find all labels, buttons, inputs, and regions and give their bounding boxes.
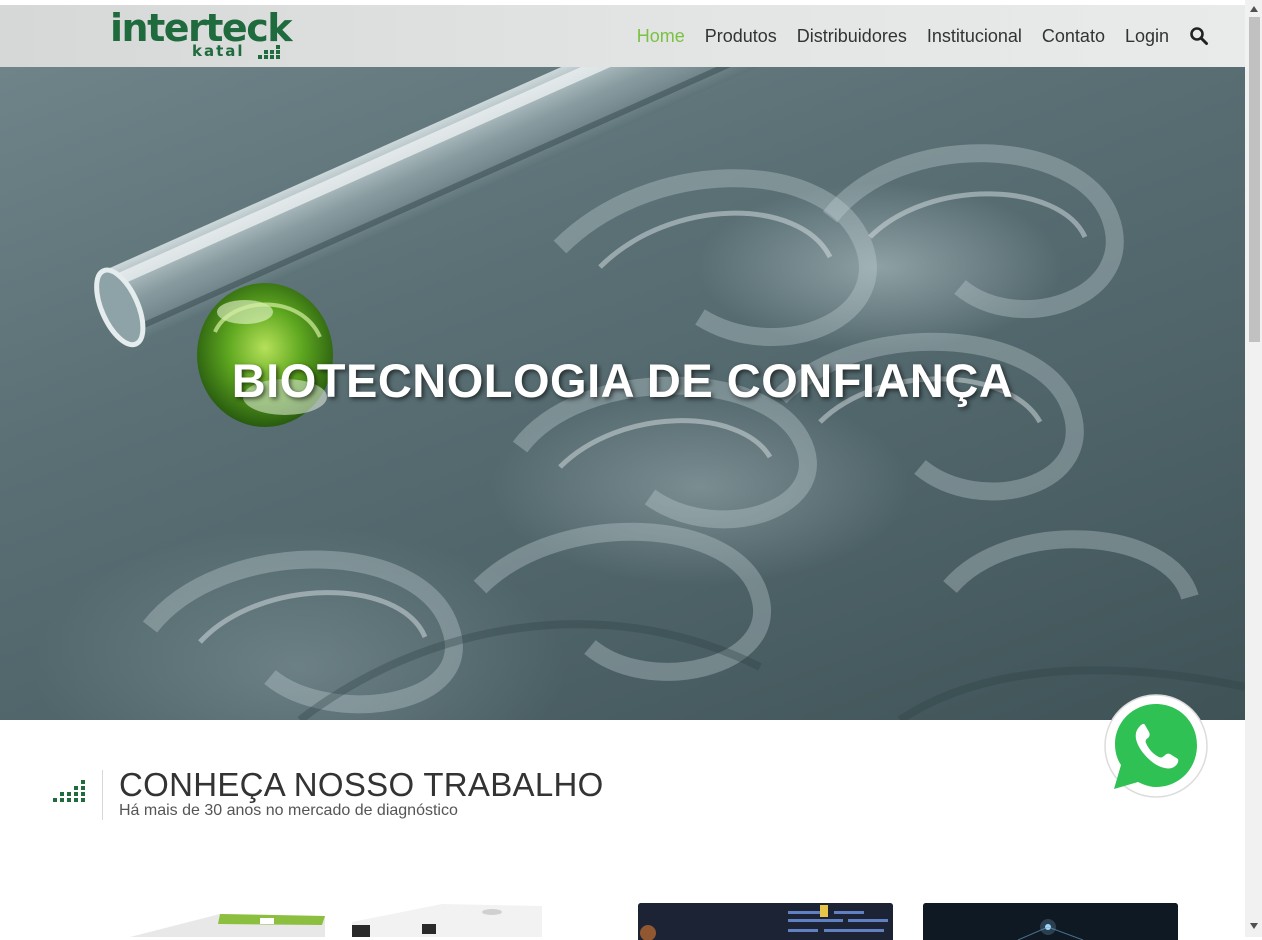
product-card-1[interactable] bbox=[110, 900, 325, 937]
news-card-2[interactable] bbox=[923, 903, 1178, 940]
scroll-down-icon[interactable] bbox=[1249, 921, 1259, 931]
section-dots-icon bbox=[53, 780, 85, 802]
product-card-2[interactable] bbox=[352, 900, 542, 937]
search-icon[interactable] bbox=[1189, 26, 1209, 46]
scrollbar-thumb[interactable] bbox=[1249, 17, 1260, 342]
nav-item-home[interactable]: Home bbox=[637, 26, 685, 47]
site-header: interteck katal Home Produtos Distribuid… bbox=[0, 5, 1245, 67]
scroll-up-icon[interactable] bbox=[1249, 4, 1259, 14]
section-title: CONHEÇA NOSSO TRABALHO bbox=[119, 766, 604, 803]
nav-item-contato[interactable]: Contato bbox=[1042, 26, 1105, 47]
news-card-1[interactable] bbox=[638, 903, 893, 940]
vertical-scrollbar[interactable] bbox=[1245, 0, 1262, 937]
nav-item-institucional[interactable]: Institucional bbox=[927, 26, 1022, 47]
code-screen-image bbox=[638, 903, 893, 940]
main-nav: Home Produtos Distribuidores Institucion… bbox=[617, 5, 1209, 67]
logo-dots-icon bbox=[258, 45, 280, 59]
hero-banner: BIOTECNOLOGIA DE CONFIANÇA bbox=[0, 67, 1245, 720]
analyzer-image bbox=[352, 904, 542, 937]
logo-subtitle: katal bbox=[192, 42, 245, 60]
whatsapp-icon[interactable] bbox=[1102, 692, 1210, 800]
nav-item-login[interactable]: Login bbox=[1125, 26, 1169, 47]
network-image bbox=[923, 903, 1178, 940]
section-divider bbox=[102, 770, 103, 820]
hero-title: BIOTECNOLOGIA DE CONFIANÇA bbox=[231, 354, 1014, 408]
nav-item-produtos[interactable]: Produtos bbox=[705, 26, 777, 47]
product-box-image bbox=[130, 914, 325, 937]
logo[interactable]: interteck katal bbox=[110, 6, 293, 64]
nav-item-distribuidores[interactable]: Distribuidores bbox=[797, 26, 907, 47]
section-subtitle: Há mais de 30 anos no mercado de diagnós… bbox=[119, 802, 458, 819]
